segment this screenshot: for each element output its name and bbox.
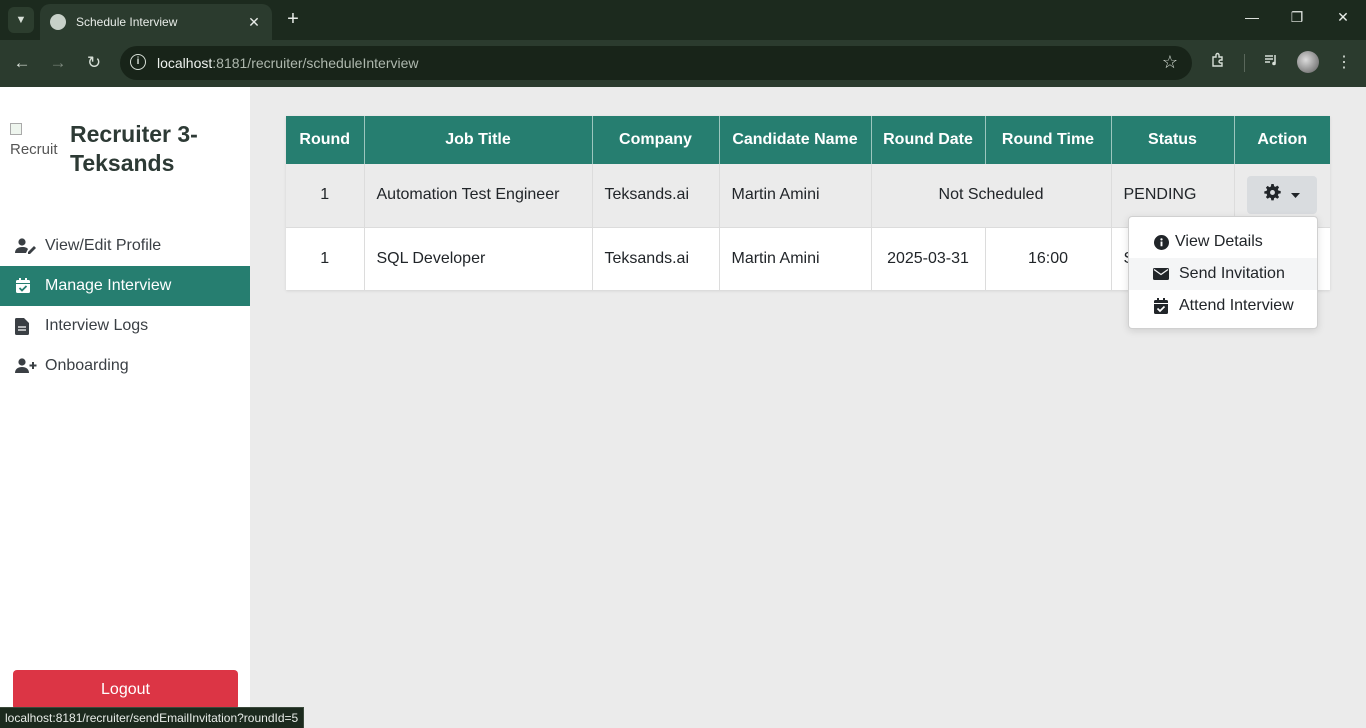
- user-edit-icon: [15, 237, 39, 255]
- column-header: Job Title: [364, 116, 593, 164]
- company-cell: Teksands.ai: [592, 164, 720, 227]
- attend-interview-menu-item[interactable]: Attend Interview: [1129, 290, 1317, 322]
- sidebar-item-label: Manage Interview: [45, 277, 172, 294]
- new-tab-button[interactable]: +: [282, 8, 304, 30]
- round-date-cell: 2025-03-31: [871, 226, 986, 290]
- brand-title: Recruiter 3-Teksands: [70, 121, 198, 176]
- link-status-bar: localhost:8181/recruiter/sendEmailInvita…: [0, 707, 305, 728]
- tab-title: Schedule Interview: [76, 15, 178, 29]
- column-header: Company: [592, 116, 720, 164]
- action-dropdown-button[interactable]: [1247, 176, 1318, 215]
- column-header: Candidate Name: [719, 116, 872, 164]
- logo-image: Recruit: [10, 123, 60, 163]
- media-control-icon[interactable]: [1259, 52, 1283, 73]
- envelope-icon: [1153, 266, 1169, 282]
- gear-icon: [1264, 184, 1281, 206]
- column-header: Round: [286, 116, 365, 164]
- sidebar-item-manage-interview[interactable]: Manage Interview: [0, 266, 250, 306]
- browser-tab[interactable]: Schedule Interview ✕: [40, 4, 272, 40]
- close-window-button[interactable]: ✕: [1328, 9, 1358, 26]
- menu-item-label: Send Invitation: [1179, 265, 1285, 282]
- bookmark-star-icon[interactable]: ☆: [1162, 52, 1178, 73]
- sidebar-item-label: View/Edit Profile: [45, 237, 162, 254]
- sidebar-item-interview-logs[interactable]: Interview Logs: [0, 306, 250, 346]
- column-header: Status: [1111, 116, 1235, 164]
- round-cell: 1: [286, 226, 365, 290]
- sidebar-item-label: Onboarding: [45, 357, 129, 374]
- globe-icon: [50, 14, 66, 30]
- info-circle-icon: [1153, 234, 1169, 250]
- close-tab-icon[interactable]: ✕: [244, 14, 264, 31]
- column-header: Round Time: [985, 116, 1112, 164]
- restore-button[interactable]: ❐: [1282, 9, 1312, 26]
- sidebar-item-view-edit-profile[interactable]: View/Edit Profile: [0, 226, 250, 266]
- round-cell: 1: [286, 164, 365, 227]
- table-header-row: Round Job Title Company Candidate Name R…: [286, 116, 1330, 164]
- job-title-cell: SQL Developer: [364, 226, 593, 290]
- calendar-check-icon: [15, 277, 39, 295]
- candidate-cell: Martin Amini: [719, 164, 872, 227]
- caret-down-icon: [1291, 186, 1301, 204]
- user-plus-icon: [15, 357, 39, 375]
- send-invitation-menu-item[interactable]: Send Invitation: [1129, 258, 1317, 290]
- candidate-cell: Martin Amini: [719, 226, 872, 290]
- menu-item-label: Attend Interview: [1179, 297, 1294, 314]
- extensions-icon[interactable]: [1206, 52, 1230, 73]
- tab-search-button[interactable]: ▼: [8, 7, 34, 33]
- sidebar-item-label: Interview Logs: [45, 317, 149, 334]
- calendar-check-icon: [1153, 298, 1169, 314]
- minimize-button[interactable]: —: [1237, 9, 1267, 25]
- reload-button[interactable]: ↻: [82, 52, 106, 74]
- round-date-time-cell: Not Scheduled: [871, 164, 1112, 227]
- forward-button[interactable]: →: [46, 52, 70, 74]
- job-title-cell: Automation Test Engineer: [364, 164, 593, 227]
- browser-menu-icon[interactable]: ⋮: [1332, 52, 1356, 72]
- logout-button[interactable]: Logout: [13, 670, 238, 710]
- url-text: localhost:8181/recruiter/scheduleIntervi…: [157, 55, 419, 71]
- profile-avatar[interactable]: [1297, 51, 1319, 73]
- address-bar[interactable]: i localhost:8181/recruiter/scheduleInter…: [120, 46, 1192, 80]
- column-header: Round Date: [871, 116, 986, 164]
- file-icon: [15, 317, 39, 335]
- browser-toolbar: ← → ↻ i localhost:8181/recruiter/schedul…: [0, 40, 1366, 87]
- sidebar: Recruit Recruiter 3-Teksands View/Edit P…: [0, 87, 250, 728]
- round-time-cell: 16:00: [985, 226, 1112, 290]
- sidebar-menu: View/Edit Profile Manage Interview Inter…: [0, 226, 250, 386]
- action-dropdown-menu: View Details Send Invitation Attend Inte…: [1128, 216, 1318, 329]
- view-details-menu-item[interactable]: View Details: [1129, 226, 1317, 258]
- site-info-icon[interactable]: i: [130, 54, 146, 70]
- browser-tab-bar: ▼ Schedule Interview ✕ + — ❐ ✕: [0, 0, 1366, 40]
- back-button[interactable]: ←: [10, 52, 34, 74]
- menu-item-label: View Details: [1175, 233, 1263, 250]
- column-header: Action: [1234, 116, 1330, 164]
- company-cell: Teksands.ai: [592, 226, 720, 290]
- toolbar-divider: [1244, 54, 1245, 72]
- sidebar-item-onboarding[interactable]: Onboarding: [0, 346, 250, 386]
